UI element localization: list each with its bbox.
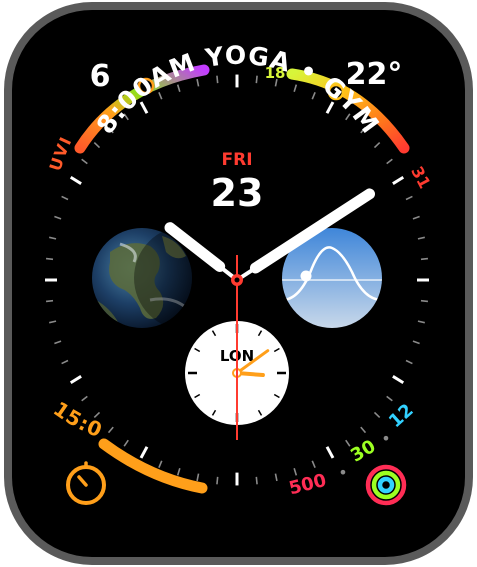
minute-tick [45,257,54,261]
watch-face: 6 UVI 18 22° 31 8:00AM YOGA • GYM FRI 23 [0,0,473,565]
minute-tick [255,75,258,84]
minute-tick [216,476,219,485]
hands-center-pin [234,277,240,283]
activity-separator-2: • [381,429,390,448]
minute-tick [45,299,54,303]
date-weekday: FRI [221,150,252,170]
minute-tick [255,476,258,485]
uv-index-value: 6 [90,59,111,94]
minute-tick [420,299,429,303]
minute-tick [216,75,219,84]
activity-separator-1: • [338,463,347,482]
date-day: 23 [211,171,264,215]
minute-tick [420,257,429,261]
sun-icon [300,270,312,282]
